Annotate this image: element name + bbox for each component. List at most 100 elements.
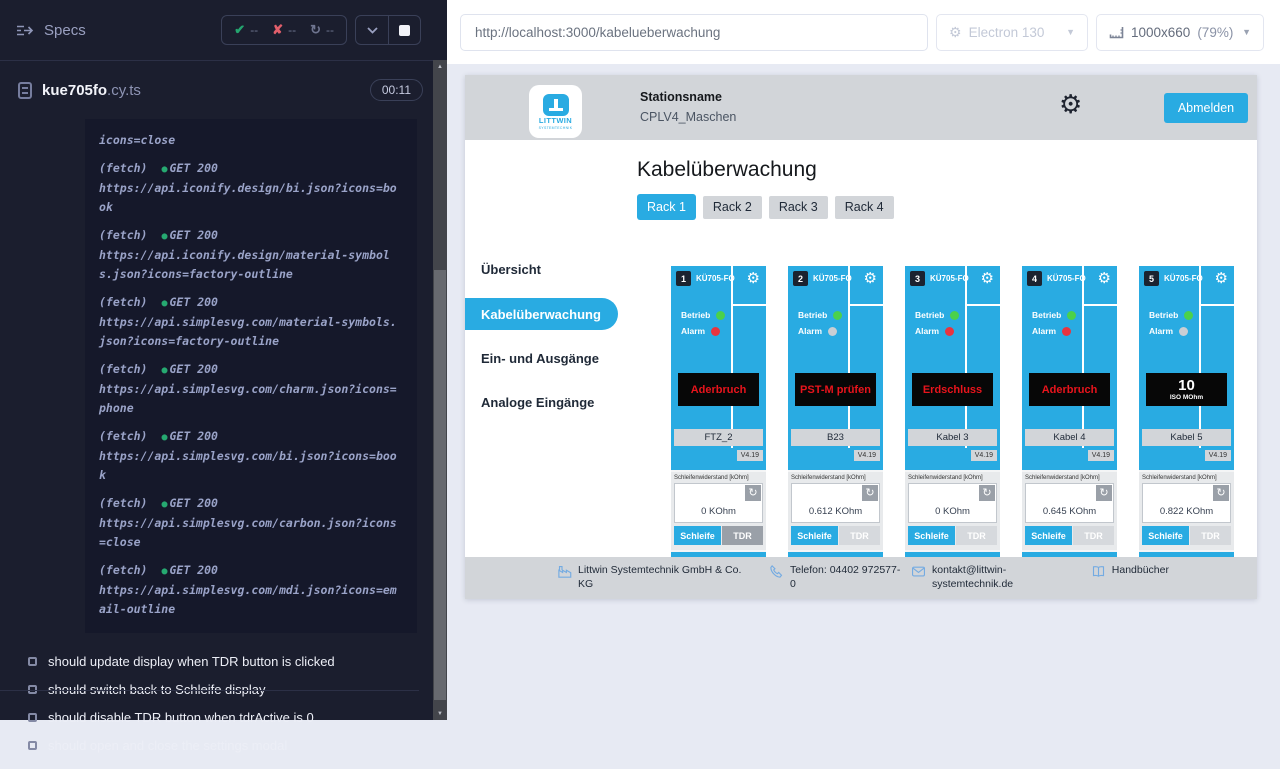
test-item[interactable]: should disable TDR button when tdrActive…	[28, 703, 423, 731]
measurement-value-box: ↻ 0 KOhm	[674, 483, 763, 523]
module-model: KÜ705-FO	[696, 274, 735, 283]
divider	[965, 266, 967, 448]
test-pending-icon	[28, 685, 37, 694]
tab-rack-1[interactable]: Rack 1	[637, 194, 696, 220]
schleife-button[interactable]: Schleife	[674, 526, 721, 545]
log-entry[interactable]: (fetch)●GET 200 https://api.simplesvg.co…	[99, 427, 403, 485]
tab-rack-4[interactable]: Rack 4	[835, 196, 894, 219]
iso-unit: ISO MOhm	[1170, 394, 1203, 402]
refresh-icon[interactable]: ↻	[979, 485, 995, 501]
logout-button[interactable]: Abmelden	[1164, 93, 1248, 123]
sidebar-item-ein-und-ausgaenge[interactable]: Ein- und Ausgänge	[481, 351, 599, 366]
led-red-icon	[1062, 327, 1071, 336]
test-item[interactable]: should update display when TDR button is…	[28, 647, 423, 675]
runner-scrollbar[interactable]: ▲ ▼	[433, 60, 447, 720]
scrollbar-thumb[interactable]	[434, 270, 446, 700]
specs-menu[interactable]: Specs	[16, 22, 86, 39]
stat-passed: ✔--	[234, 22, 258, 38]
betrieb-indicator: Betrieb	[1149, 310, 1193, 320]
rack-module-card-4: 4 KÜ705-FO ⚙ Betrieb Alarm Aderbruch Kab…	[1022, 266, 1117, 557]
littwin-logo: LITTWIN SYSTEMTECHNIK	[529, 85, 582, 138]
test-list: should update display when TDR button is…	[0, 633, 433, 769]
divider	[848, 266, 850, 448]
station-value: CPLV4_Maschen	[640, 106, 736, 128]
log-entry[interactable]: (fetch)●GET 200 https://api.simplesvg.co…	[99, 360, 403, 418]
app-sidebar: Übersicht Kabelüberwachung Ein- und Ausg…	[465, 140, 620, 557]
cable-name: Kabel 3	[908, 429, 997, 446]
refresh-icon[interactable]: ↻	[862, 485, 878, 501]
test-item[interactable]: should switch back to Schleife display	[28, 675, 423, 703]
measurement-value: 0 KOhm	[675, 506, 762, 517]
footer-email: kontakt@littwin-systemtechnik.de	[911, 563, 1071, 599]
cable-name: Kabel 5	[1142, 429, 1231, 446]
chevron-down-icon: ▼	[1066, 27, 1075, 37]
sidebar-item-uebersicht[interactable]: Übersicht	[481, 262, 541, 277]
collapse-chevron-button[interactable]	[356, 16, 388, 44]
log-entry[interactable]: (fetch)●GET 200 https://api.iconify.desi…	[99, 159, 403, 217]
refresh-icon[interactable]: ↻	[1213, 485, 1229, 501]
module-settings-icon[interactable]: ⚙	[747, 269, 760, 287]
chevron-down-icon	[367, 27, 378, 34]
sidebar-item-kabelueberwachung[interactable]: Kabelüberwachung	[465, 298, 618, 330]
stop-button[interactable]	[388, 16, 420, 44]
divider	[731, 266, 733, 448]
cable-name: B23	[791, 429, 880, 446]
module-model: KÜ705-FO	[813, 274, 852, 283]
check-icon: ✔	[234, 22, 245, 38]
electron-icon: ⚙	[949, 24, 962, 41]
settings-gear-icon[interactable]: ⚙	[1059, 89, 1082, 119]
tdr-button[interactable]: TDR	[839, 526, 880, 545]
measurement-value: 0.612 KOhm	[792, 506, 879, 517]
divider	[967, 304, 1000, 306]
viewport-select[interactable]: 1000x660 (79%) ▼	[1096, 14, 1264, 51]
schleife-button[interactable]: Schleife	[1025, 526, 1072, 545]
scroll-down-icon[interactable]: ▼	[433, 707, 447, 720]
measurement-value: 0 KOhm	[909, 506, 996, 517]
tdr-button[interactable]: TDR	[1073, 526, 1114, 545]
divider	[1082, 266, 1084, 448]
sidebar-item-analoge-eingaenge[interactable]: Analoge Eingänge	[481, 395, 594, 410]
specs-menu-icon	[16, 24, 34, 37]
ruler-icon	[1109, 25, 1124, 39]
tdr-button[interactable]: TDR	[722, 526, 763, 545]
rack-module-card-3: 3 KÜ705-FO ⚙ Betrieb Alarm Erdschluss Ka…	[905, 266, 1000, 557]
firmware-version: V4.19	[1205, 450, 1231, 461]
log-entry[interactable]: (fetch)●GET 200 https://api.iconify.desi…	[99, 226, 403, 284]
log-entry[interactable]: (fetch)●GET 200 https://api.simplesvg.co…	[99, 293, 403, 351]
measurement-value: 0.645 KOhm	[1026, 506, 1113, 517]
status-display: 10 ISO MOhm	[1146, 373, 1227, 406]
module-settings-icon[interactable]: ⚙	[1098, 269, 1111, 287]
led-gray-icon	[1179, 327, 1188, 336]
divider	[850, 304, 883, 306]
schleife-button[interactable]: Schleife	[791, 526, 838, 545]
module-settings-icon[interactable]: ⚙	[864, 269, 877, 287]
url-input[interactable]	[460, 14, 928, 51]
tab-rack-2[interactable]: Rack 2	[703, 196, 762, 219]
tab-rack-3[interactable]: Rack 3	[769, 196, 828, 219]
log-entry[interactable]: (fetch)●GET 200 https://api.simplesvg.co…	[99, 561, 403, 619]
footer-manuals[interactable]: Handbücher	[1091, 563, 1169, 599]
command-log: icons=close (fetch)●GET 200 https://api.…	[85, 119, 417, 633]
tdr-button[interactable]: TDR	[1190, 526, 1231, 545]
betrieb-indicator: Betrieb	[915, 310, 959, 320]
status-display: PST-M prüfen	[795, 373, 876, 406]
log-entry: icons=close	[99, 131, 403, 150]
phone-icon	[769, 564, 784, 579]
led-green-icon	[950, 311, 959, 320]
test-pending-icon	[28, 713, 37, 722]
module-settings-icon[interactable]: ⚙	[1215, 269, 1228, 287]
module-number: 5	[1144, 271, 1159, 286]
refresh-icon[interactable]: ↻	[745, 485, 761, 501]
log-entry[interactable]: (fetch)●GET 200 https://api.simplesvg.co…	[99, 494, 403, 552]
tdr-button[interactable]: TDR	[956, 526, 997, 545]
browser-select[interactable]: ⚙ Electron 130 ▼	[936, 14, 1088, 51]
module-settings-icon[interactable]: ⚙	[981, 269, 994, 287]
specs-label: Specs	[44, 22, 86, 39]
refresh-icon[interactable]: ↻	[1096, 485, 1112, 501]
schleife-button[interactable]: Schleife	[1142, 526, 1189, 545]
scroll-up-icon[interactable]: ▲	[433, 60, 447, 73]
spec-file-row[interactable]: kue705fo.cy.ts 00:11	[0, 61, 433, 119]
app-preview: LITTWIN SYSTEMTECHNIK Stationsname CPLV4…	[465, 75, 1257, 599]
test-item[interactable]: should open and close the settings modal	[28, 731, 423, 759]
schleife-button[interactable]: Schleife	[908, 526, 955, 545]
